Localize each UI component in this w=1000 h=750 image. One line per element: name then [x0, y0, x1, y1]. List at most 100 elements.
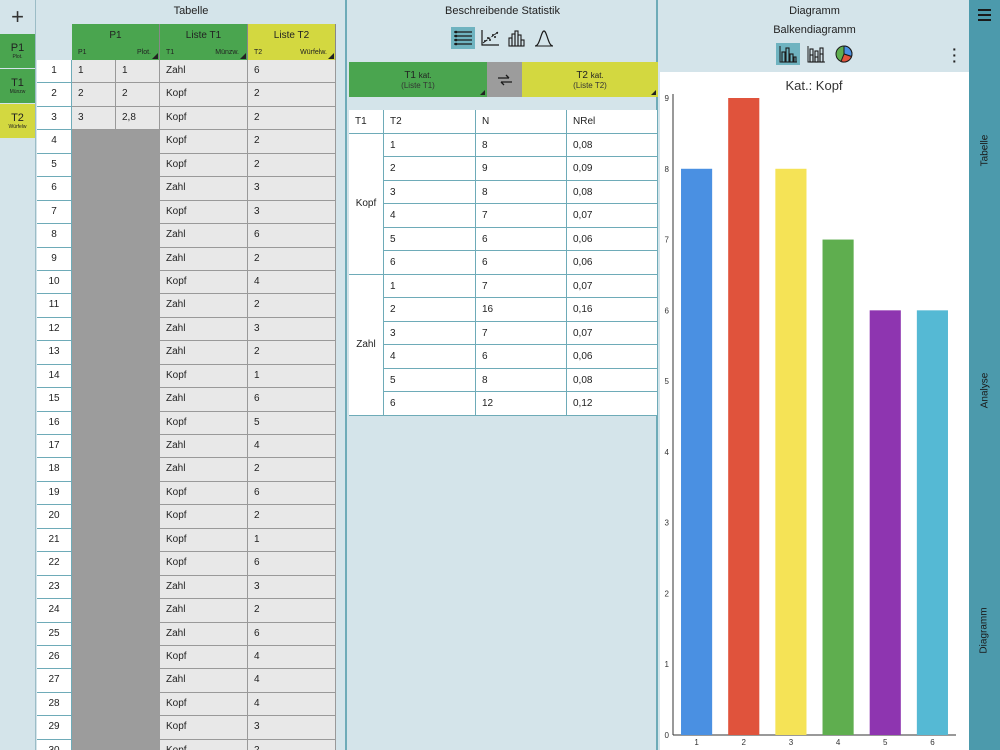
row-number[interactable]: 6 — [37, 177, 72, 201]
cell-list-t2[interactable]: 3 — [248, 177, 336, 201]
row-number[interactable]: 18 — [37, 458, 72, 482]
cell-p1-y[interactable] — [116, 270, 160, 295]
cell-list-t1[interactable]: Kopf — [160, 716, 248, 740]
row-number[interactable]: 7 — [37, 200, 72, 225]
cell-list-t2[interactable]: 2 — [248, 106, 336, 131]
cell-p1-y[interactable] — [116, 317, 160, 342]
row-number[interactable]: 22 — [37, 552, 72, 576]
cell-list-t2[interactable]: 2 — [248, 294, 336, 318]
cell-p1-x[interactable] — [72, 153, 116, 178]
bar-chart-icon[interactable] — [776, 43, 800, 65]
cell-list-t2[interactable]: 4 — [248, 270, 336, 295]
cell-p1-x[interactable]: 3 — [72, 106, 116, 131]
row-number[interactable]: 19 — [37, 481, 72, 506]
cell-list-t2[interactable]: 3 — [248, 575, 336, 600]
cell-p1-x[interactable] — [72, 505, 116, 529]
dropdown-corner-icon[interactable] — [651, 90, 656, 95]
cell-list-t2[interactable]: 3 — [248, 317, 336, 342]
cell-list-t1[interactable]: Kopf — [160, 106, 248, 131]
list-view-icon[interactable] — [451, 27, 475, 49]
row-number[interactable]: 15 — [37, 388, 72, 412]
cell-list-t2[interactable]: 1 — [248, 364, 336, 389]
cell-p1-x[interactable] — [72, 599, 116, 623]
cell-list-t2[interactable]: 2 — [248, 599, 336, 623]
row-number[interactable]: 26 — [37, 645, 72, 670]
cell-list-t1[interactable]: Kopf — [160, 528, 248, 553]
cell-p1-x[interactable] — [72, 645, 116, 670]
tab-analyse[interactable]: Analyse — [969, 340, 1000, 440]
cell-list-t1[interactable]: Kopf — [160, 505, 248, 529]
cell-p1-x[interactable] — [72, 130, 116, 154]
bar-5[interactable] — [869, 310, 901, 735]
cell-p1-x[interactable] — [72, 364, 116, 389]
cell-list-t1[interactable]: Zahl — [160, 388, 248, 412]
cell-list-t1[interactable]: Zahl — [160, 247, 248, 271]
object-item-t2[interactable]: T2 Würfelw — [0, 104, 35, 138]
tab-tabelle[interactable]: Tabelle — [969, 100, 1000, 200]
cell-list-t2[interactable]: 2 — [248, 153, 336, 178]
row-number[interactable]: 3 — [37, 106, 72, 131]
variable-2-selector[interactable]: T2 kat. (Liste T2) — [522, 62, 658, 97]
cell-list-t1[interactable]: Kopf — [160, 130, 248, 154]
cell-p1-y[interactable] — [116, 153, 160, 178]
cell-p1-x[interactable] — [72, 247, 116, 271]
dropdown-corner-icon[interactable] — [240, 53, 246, 59]
cell-p1-x[interactable] — [72, 200, 116, 225]
dropdown-corner-icon[interactable] — [152, 53, 158, 59]
cell-list-t1[interactable]: Kopf — [160, 200, 248, 225]
cell-list-t2[interactable]: 6 — [248, 388, 336, 412]
cell-p1-y[interactable]: 1 — [116, 60, 160, 84]
bar-2[interactable] — [728, 98, 760, 735]
tab-diagramm[interactable]: Diagramm — [969, 580, 1000, 680]
cell-p1-y[interactable] — [116, 200, 160, 225]
cell-p1-x[interactable] — [72, 528, 116, 553]
cell-list-t2[interactable]: 2 — [248, 739, 336, 750]
more-options-icon[interactable]: · · · — [952, 42, 957, 68]
dropdown-corner-icon[interactable] — [480, 90, 485, 95]
cell-p1-x[interactable] — [72, 575, 116, 600]
cell-list-t1[interactable]: Kopf — [160, 411, 248, 435]
cell-list-t1[interactable]: Zahl — [160, 669, 248, 693]
cell-p1-y[interactable] — [116, 458, 160, 482]
cell-list-t2[interactable]: 6 — [248, 224, 336, 248]
cell-p1-y[interactable] — [116, 692, 160, 717]
cell-list-t1[interactable]: Kopf — [160, 83, 248, 107]
cell-list-t2[interactable]: 1 — [248, 528, 336, 553]
row-number[interactable]: 13 — [37, 341, 72, 365]
row-number[interactable]: 9 — [37, 247, 72, 271]
cell-p1-x[interactable] — [72, 224, 116, 248]
column-header-p1[interactable]: P1 P1 Plot. — [72, 24, 160, 60]
cell-list-t1[interactable]: Kopf — [160, 692, 248, 717]
cell-list-t1[interactable]: Zahl — [160, 224, 248, 248]
row-number[interactable]: 4 — [37, 130, 72, 154]
row-number[interactable]: 10 — [37, 270, 72, 295]
cell-p1-x[interactable] — [72, 669, 116, 693]
cell-list-t2[interactable]: 2 — [248, 83, 336, 107]
hamburger-menu-icon[interactable] — [978, 9, 991, 24]
add-object-button[interactable]: + — [0, 0, 35, 34]
row-number[interactable]: 2 — [37, 83, 72, 107]
cell-list-t1[interactable]: Kopf — [160, 481, 248, 506]
cell-p1-y[interactable] — [116, 130, 160, 154]
cell-list-t1[interactable]: Kopf — [160, 153, 248, 178]
cell-list-t2[interactable]: 2 — [248, 130, 336, 154]
cell-p1-x[interactable] — [72, 317, 116, 342]
cell-p1-x[interactable]: 2 — [72, 83, 116, 107]
cell-p1-y[interactable] — [116, 177, 160, 201]
cell-p1-y[interactable] — [116, 528, 160, 553]
row-number[interactable]: 1 — [37, 60, 72, 84]
cell-p1-x[interactable] — [72, 716, 116, 740]
histogram-icon[interactable] — [505, 27, 529, 49]
row-number[interactable]: 24 — [37, 599, 72, 623]
cell-p1-y[interactable] — [116, 247, 160, 271]
object-item-p1[interactable]: P1 Plot. — [0, 34, 35, 68]
row-number[interactable]: 16 — [37, 411, 72, 435]
cell-list-t2[interactable]: 3 — [248, 716, 336, 740]
cell-p1-y[interactable] — [116, 435, 160, 459]
cell-p1-y[interactable]: 2,8 — [116, 106, 160, 131]
row-number[interactable]: 14 — [37, 364, 72, 389]
cell-p1-x[interactable] — [72, 552, 116, 576]
cell-list-t1[interactable]: Zahl — [160, 294, 248, 318]
cell-list-t1[interactable]: Kopf — [160, 552, 248, 576]
cell-list-t1[interactable]: Zahl — [160, 177, 248, 201]
